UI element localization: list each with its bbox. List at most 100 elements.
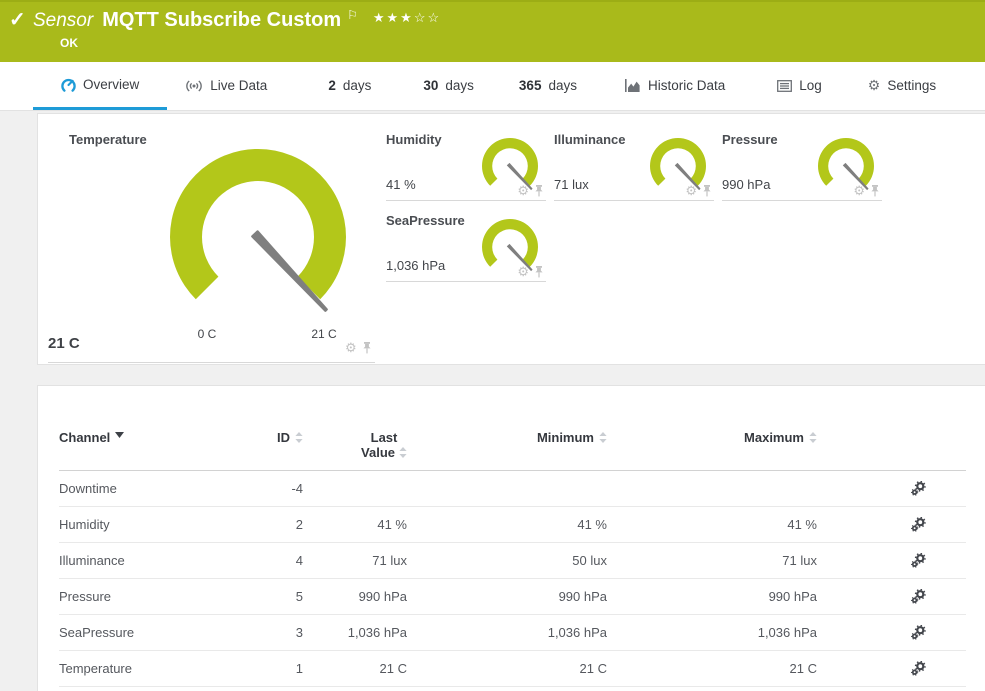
tab-label: days — [548, 78, 577, 93]
tab-2-days[interactable]: 2 days — [328, 62, 371, 110]
cell-channel: Pressure — [59, 579, 259, 614]
gauge-settings-gear-icon[interactable]: ⚙ — [685, 184, 697, 197]
tab-settings[interactable]: ⚙ Settings — [868, 62, 936, 110]
sensor-header: ✓ Sensor MQTT Subscribe Custom ⚐ ★★★☆☆ O… — [0, 0, 985, 62]
pin-icon[interactable] — [534, 185, 544, 197]
gauge-title: Temperature — [69, 132, 147, 147]
priority-flag-icon[interactable]: ⚐ — [347, 8, 358, 22]
gear-icon: ⚙ — [868, 77, 881, 94]
tab-label: Historic Data — [648, 78, 725, 93]
channel-settings-button[interactable] — [911, 517, 926, 532]
gauge-settings-gear-icon[interactable]: ⚙ — [517, 265, 529, 278]
channel-settings-button[interactable] — [911, 589, 926, 604]
column-label: Value — [361, 445, 395, 460]
tab-overview[interactable]: Overview — [33, 62, 167, 110]
column-header-maximum[interactable]: Maximum — [607, 430, 817, 460]
column-label: Minimum — [537, 430, 594, 445]
channel-settings-button[interactable] — [911, 553, 926, 568]
cell-maximum: 71 lux — [607, 543, 817, 578]
gauge-settings-gear-icon[interactable]: ⚙ — [517, 184, 529, 197]
page-title: MQTT Subscribe Custom — [102, 7, 341, 34]
column-header-id[interactable]: ID — [259, 430, 303, 460]
tab-live-data[interactable]: Live Data — [185, 62, 273, 110]
tab-log[interactable]: Log — [777, 62, 822, 110]
table-row-pressure: Pressure 5 990 hPa 990 hPa 990 hPa — [59, 579, 966, 615]
cell-id: 5 — [259, 579, 303, 614]
column-header-minimum[interactable]: Minimum — [407, 430, 607, 460]
area-chart-icon — [625, 79, 641, 92]
cell-minimum: 21 C — [407, 651, 607, 686]
table-row-illuminance: Illuminance 4 71 lux 50 lux 71 lux — [59, 543, 966, 579]
gauge-settings-gear-icon[interactable]: ⚙ — [345, 341, 357, 354]
cell-minimum: 990 hPa — [407, 579, 607, 614]
column-header-last-value[interactable]: Last Value — [303, 430, 407, 460]
card-divider — [48, 362, 375, 363]
gauge-settings-gear-icon[interactable]: ⚙ — [853, 184, 865, 197]
humidity-gauge-card[interactable]: Humidity 41 % ⚙ — [386, 131, 546, 201]
cell-last-value — [303, 471, 407, 506]
channels-panel: Channel ID Last Value — [37, 385, 985, 691]
tab-label: days — [445, 78, 474, 93]
gauge-value: 41 % — [386, 177, 416, 192]
tab-number: 30 — [423, 78, 438, 93]
cell-minimum: 50 lux — [407, 543, 607, 578]
pressure-gauge-card[interactable]: Pressure 990 hPa ⚙ — [722, 131, 882, 201]
gauge-title: Humidity — [386, 132, 442, 147]
pin-icon[interactable] — [534, 266, 544, 278]
table-row-seapressure: SeaPressure 3 1,036 hPa 1,036 hPa 1,036 … — [59, 615, 966, 651]
gauge-value: 990 hPa — [722, 177, 770, 192]
cell-channel: Downtime — [59, 471, 259, 506]
channel-settings-button[interactable] — [911, 481, 926, 496]
tab-label: days — [343, 78, 372, 93]
channel-table: Channel ID Last Value — [59, 430, 966, 687]
cell-channel: Temperature — [59, 651, 259, 686]
cell-minimum: 41 % — [407, 507, 607, 542]
pin-icon[interactable] — [870, 185, 880, 197]
channel-settings-button[interactable] — [911, 661, 926, 676]
cell-minimum: 1,036 hPa — [407, 615, 607, 650]
sort-both-icon — [599, 432, 607, 443]
temperature-gauge — [158, 144, 358, 336]
cell-last-value: 1,036 hPa — [303, 615, 407, 650]
table-row-temperature: Temperature 1 21 C 21 C 21 C — [59, 651, 966, 687]
temperature-gauge-card[interactable]: Temperature 0 C 21 C 21 C ⚙ — [48, 114, 383, 366]
cell-id: 1 — [259, 651, 303, 686]
tab-number: 2 — [328, 78, 336, 93]
gauge-value: 71 lux — [554, 177, 589, 192]
gauge-scale-min: 0 C — [198, 327, 217, 341]
tab-label: Settings — [887, 78, 936, 93]
illuminance-gauge-card[interactable]: Illuminance 71 lux ⚙ — [554, 131, 714, 201]
tab-365-days[interactable]: 365 days — [519, 62, 577, 110]
tab-label: Log — [799, 78, 822, 93]
column-header-actions — [817, 430, 966, 460]
sort-both-icon — [809, 432, 817, 443]
cell-maximum: 21 C — [607, 651, 817, 686]
gauge-title: SeaPressure — [386, 213, 465, 228]
column-label: Channel — [59, 430, 110, 445]
pin-icon[interactable] — [702, 185, 712, 197]
sort-both-icon — [399, 447, 407, 458]
pin-icon[interactable] — [362, 342, 372, 354]
channel-settings-button[interactable] — [911, 625, 926, 640]
cell-maximum — [607, 471, 817, 506]
log-list-icon — [777, 80, 792, 92]
gauge-value: 1,036 hPa — [386, 258, 445, 273]
cell-id: 3 — [259, 615, 303, 650]
column-header-channel[interactable]: Channel — [59, 430, 259, 460]
column-label: ID — [277, 430, 290, 445]
cell-minimum — [407, 471, 607, 506]
priority-stars[interactable]: ★★★☆☆ — [373, 10, 441, 26]
cell-id: 4 — [259, 543, 303, 578]
tab-label: Live Data — [210, 78, 267, 93]
cell-last-value: 21 C — [303, 651, 407, 686]
seapressure-gauge-card[interactable]: SeaPressure 1,036 hPa ⚙ — [386, 212, 546, 282]
column-label: Last — [371, 430, 398, 445]
gauge-title: Pressure — [722, 132, 778, 147]
cell-channel: SeaPressure — [59, 615, 259, 650]
cell-maximum: 1,036 hPa — [607, 615, 817, 650]
sort-desc-icon — [115, 432, 124, 438]
tab-historic-data[interactable]: Historic Data — [625, 62, 725, 110]
cell-last-value: 990 hPa — [303, 579, 407, 614]
tab-30-days[interactable]: 30 days — [423, 62, 474, 110]
tab-bar: Overview Live Data 2 days 30 days 365 da… — [0, 62, 985, 111]
